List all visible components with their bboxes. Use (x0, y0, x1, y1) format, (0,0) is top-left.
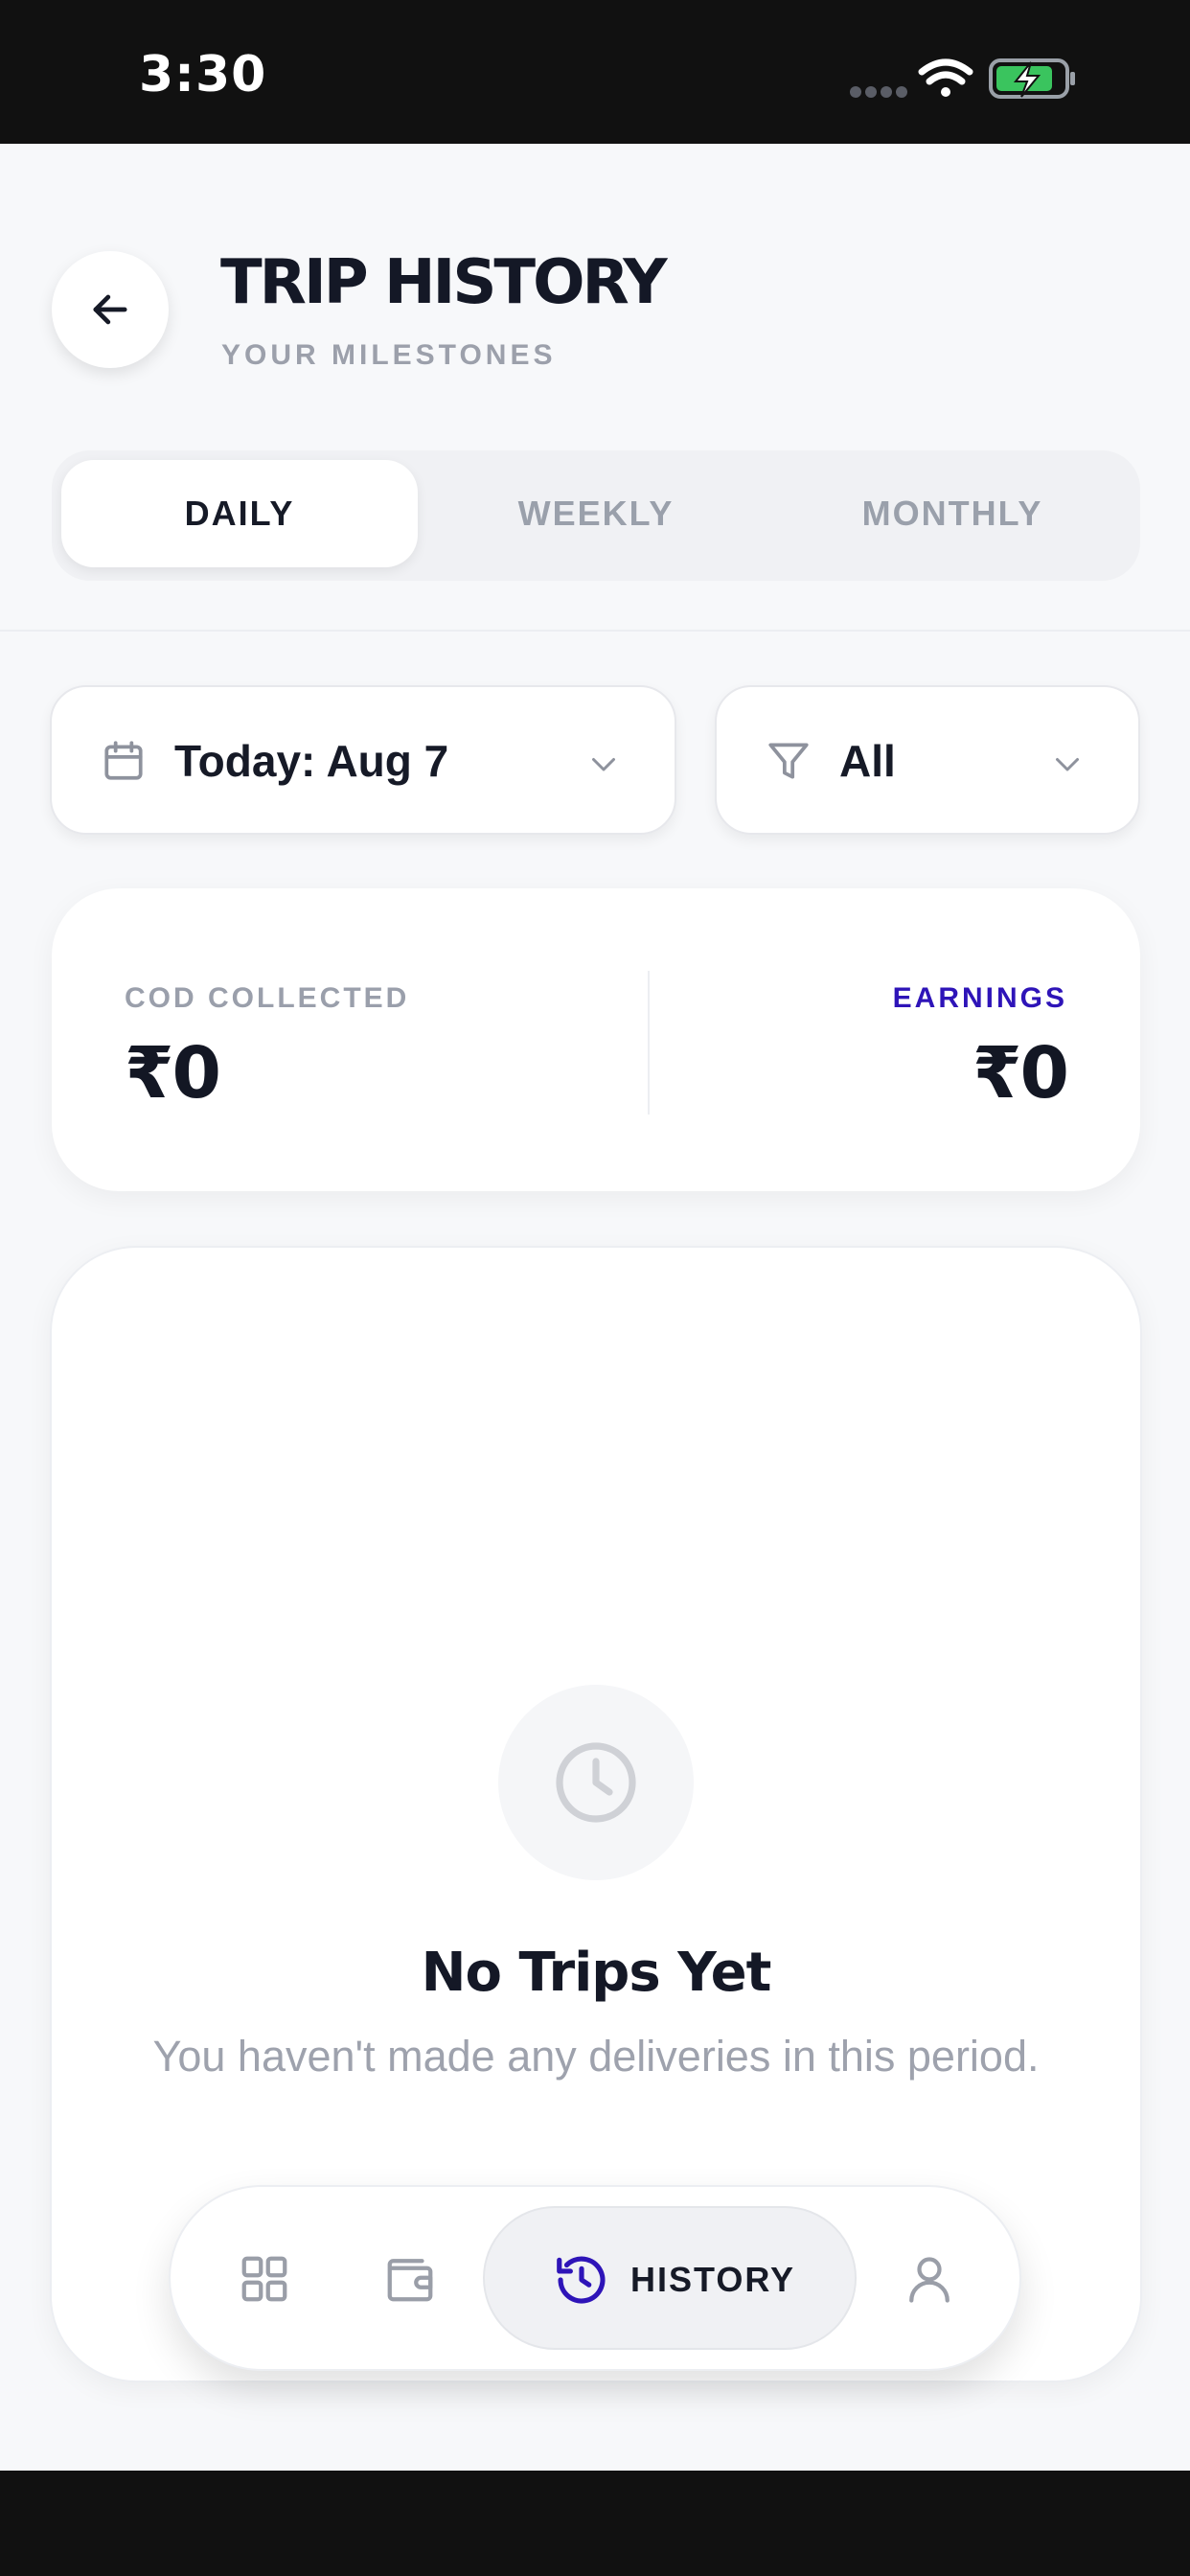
wifi-icon (918, 58, 973, 97)
tab-weekly[interactable]: WEEKLY (418, 460, 774, 567)
user-icon[interactable] (901, 2250, 958, 2308)
history-icon (557, 2256, 606, 2304)
trip-history-screen: TRIP HISTORY YOUR MILESTONES DAILY WEEKL… (0, 144, 1190, 2471)
earnings-summary-card: COD COLLECTED ₹0 EARNINGS ₹0 (52, 888, 1140, 1191)
arrow-left-icon (93, 294, 127, 325)
bottom-navigation: HISTORY (169, 2185, 1021, 2371)
tab-daily[interactable]: DAILY (61, 460, 418, 567)
date-select-value: Today: Aug 7 (174, 736, 449, 786)
earnings-label: EARNINGS (892, 982, 1067, 1014)
back-button[interactable] (52, 251, 169, 368)
header-divider (0, 630, 1190, 632)
earnings-value: ₹0 (973, 1032, 1069, 1115)
date-select[interactable]: Today: Aug 7 (50, 685, 676, 835)
nav-history-label: HISTORY (630, 2260, 796, 2299)
grid-icon[interactable] (236, 2250, 293, 2308)
calendar-icon (104, 741, 143, 780)
trip-filter-select[interactable]: All (715, 685, 1140, 835)
chevron-down-icon (1056, 758, 1079, 771)
tab-monthly[interactable]: MONTHLY (774, 460, 1131, 567)
nav-item-history[interactable]: HISTORY (483, 2206, 857, 2350)
cod-collected-label: COD COLLECTED (125, 982, 410, 1014)
battery-icon (989, 58, 1075, 99)
empty-state-title: No Trips Yet (421, 1942, 772, 2004)
wallet-icon[interactable] (381, 2250, 439, 2308)
page-title: TRIP HISTORY (220, 247, 668, 318)
trip-filter-value: All (839, 736, 896, 786)
page-subtitle: YOUR MILESTONES (221, 339, 557, 371)
clock-icon (556, 1742, 636, 1823)
filter-icon (768, 743, 809, 779)
status-bar: 3:30 (0, 0, 1190, 144)
home-indicator-area (0, 2471, 1190, 2576)
empty-state-description: You haven't made any deliveries in this … (152, 2032, 1040, 2081)
summary-divider (648, 971, 650, 1115)
chevron-down-icon (592, 758, 615, 771)
cellular-signal-icon (850, 86, 907, 98)
status-time: 3:30 (139, 46, 267, 104)
status-icons (850, 58, 1075, 99)
cod-collected-value: ₹0 (125, 1032, 221, 1115)
period-tabs: DAILY WEEKLY MONTHLY (52, 450, 1140, 581)
empty-state-icon-container (498, 1685, 694, 1880)
